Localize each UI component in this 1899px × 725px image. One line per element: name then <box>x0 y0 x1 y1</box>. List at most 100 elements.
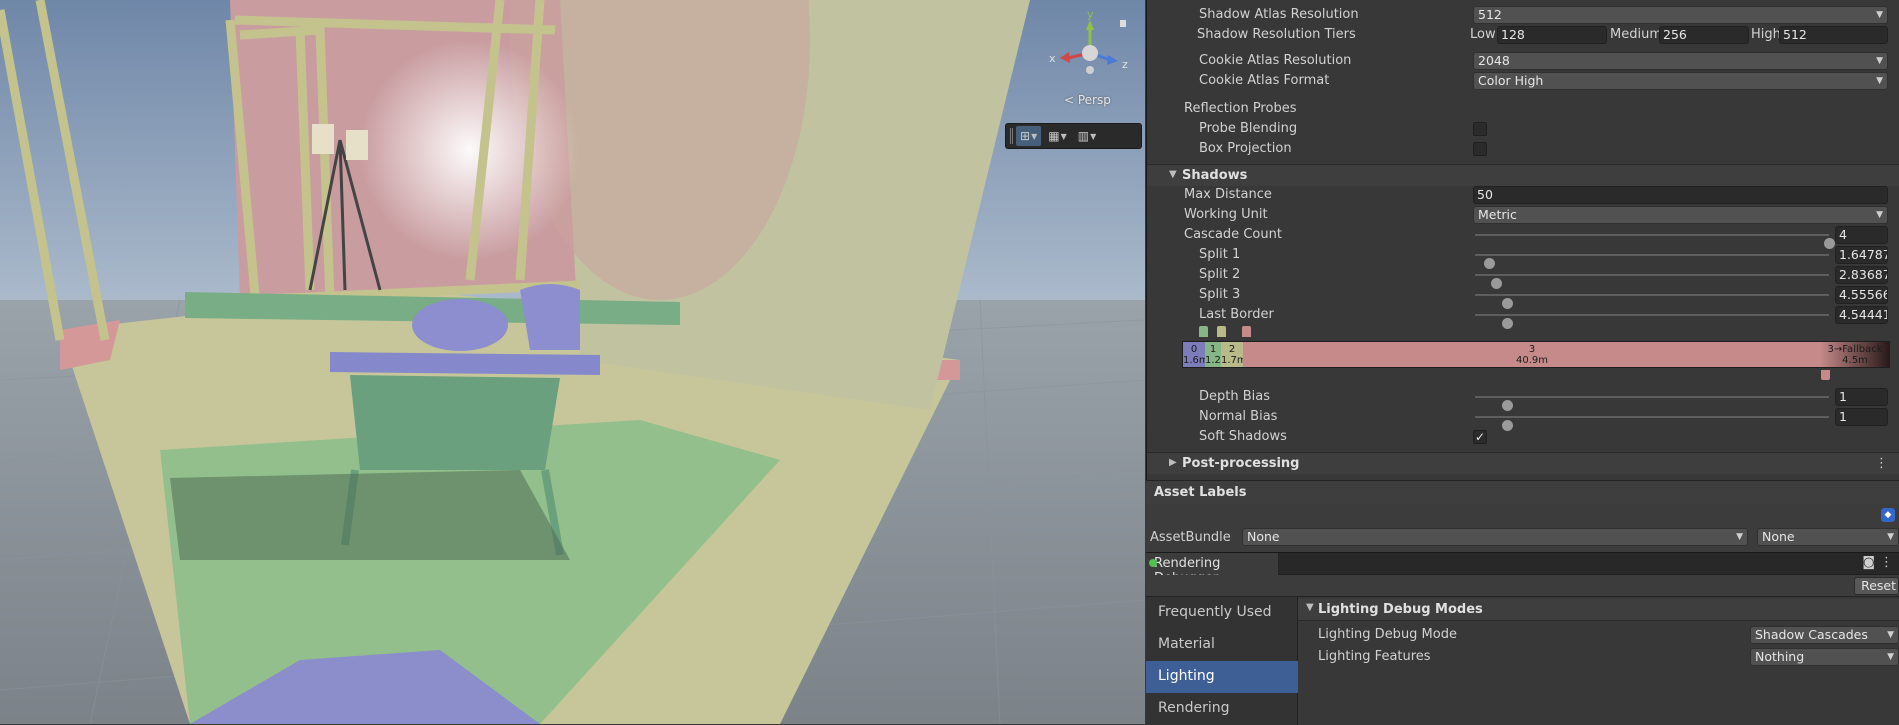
split3-field[interactable]: 4.55566 <box>1835 286 1888 304</box>
split3-row: Split 3 4.55566 <box>1147 285 1899 309</box>
asset-labels-title: Asset Labels <box>1154 485 1247 500</box>
nav-item-frequently-used[interactable]: Frequently Used <box>1146 597 1298 629</box>
working-unit-dropdown[interactable]: Metric ▼ <box>1473 206 1888 224</box>
asset-labels-body: ◆ AssetBundle None ▼ None ▼ <box>1146 504 1899 552</box>
cascade-count-row: Cascade Count 4 <box>1147 225 1899 249</box>
slider-thumb[interactable] <box>1501 318 1513 329</box>
max-distance-row: Max Distance 50 <box>1147 185 1899 205</box>
cascade-count-field[interactable]: 4 <box>1835 226 1888 244</box>
rendering-debugger-tab[interactable]: Rendering Debugger <box>1146 553 1279 586</box>
dropdown-value: 512 <box>1478 7 1502 22</box>
cascade-index: 3 <box>1528 344 1536 355</box>
normal-bias-field[interactable]: 1 <box>1835 408 1888 426</box>
box-projection-checkbox[interactable] <box>1473 142 1487 156</box>
lighting-debug-modes-foldout[interactable]: ▼ Lighting Debug Modes <box>1298 599 1899 621</box>
nav-item-rendering[interactable]: Rendering <box>1146 693 1298 725</box>
probe-blending-label: Probe Blending <box>1199 121 1298 136</box>
split1-field[interactable]: 1.64787 <box>1835 246 1888 264</box>
split2-slider[interactable] <box>1475 274 1829 289</box>
soft-shadows-checkbox[interactable]: ✓ <box>1473 430 1487 444</box>
grid-snap-icon: ⊞ <box>1020 129 1031 143</box>
cookie-atlas-resolution-dropdown[interactable]: 2048 ▼ <box>1473 52 1888 70</box>
asset-variant-dropdown[interactable]: None ▼ <box>1757 528 1899 546</box>
cascade-split1-handle[interactable] <box>1199 326 1208 337</box>
toolbar-grip[interactable] <box>1010 128 1013 144</box>
max-distance-field[interactable]: 50 <box>1473 186 1888 204</box>
split2-label: Split 2 <box>1199 267 1241 282</box>
dropdown-value: 2048 <box>1478 53 1510 68</box>
lighting-debug-mode-dropdown[interactable]: Shadow Cascades ▼ <box>1750 626 1899 644</box>
shadow-atlas-resolution-dropdown[interactable]: 512 ▼ <box>1473 6 1888 24</box>
scene-view[interactable]: y x z < Persp ⊞ ▼ ▦ ▼ ▥ ▼ <box>0 0 1145 724</box>
last-border-field[interactable]: 4.54441 <box>1835 306 1888 324</box>
split2-row: Split 2 2.83687 <box>1147 265 1899 289</box>
soft-shadows-label: Soft Shadows <box>1199 429 1287 444</box>
dropdown-value: Nothing <box>1755 649 1805 664</box>
cascade-count-label: Cascade Count <box>1184 227 1282 242</box>
chevron-down-icon: ▼ <box>1031 131 1038 141</box>
nav-item-lighting[interactable]: Lighting <box>1146 661 1298 693</box>
tier-high-label: High <box>1751 27 1781 42</box>
cookie-atlas-resolution-row: Cookie Atlas Resolution 2048 ▼ <box>1147 51 1899 71</box>
lighting-features-dropdown[interactable]: Nothing ▼ <box>1750 648 1899 666</box>
cascade-count-slider[interactable] <box>1475 234 1835 249</box>
split3-slider[interactable] <box>1475 294 1829 309</box>
split1-slider[interactable] <box>1475 254 1829 269</box>
tier-medium-field[interactable]: 256 <box>1659 26 1749 44</box>
reflection-probes-row: Reflection Probes <box>1147 99 1899 119</box>
box-projection-row: Box Projection <box>1147 139 1899 159</box>
last-border-handle[interactable] <box>1821 370 1830 380</box>
tier-medium-label: Medium <box>1610 27 1662 42</box>
asset-bundle-dropdown[interactable]: None ▼ <box>1242 528 1748 546</box>
post-processing-foldout[interactable]: ▶ Post-processing ⋮ <box>1147 452 1899 474</box>
scene-render <box>0 0 1145 724</box>
foldout-expanded-icon: ▼ <box>1169 169 1177 180</box>
grid-visibility-button[interactable]: ▦ ▼ <box>1044 126 1071 146</box>
debugger-toolbar: Reset <box>1146 575 1899 597</box>
lighting-features-label: Lighting Features <box>1318 649 1431 664</box>
cascade-split3-handle[interactable] <box>1242 326 1251 337</box>
grid-snap-button[interactable]: ⊞ ▼ <box>1016 126 1042 146</box>
split3-label: Split 3 <box>1199 287 1241 302</box>
depth-bias-slider[interactable] <box>1475 396 1829 411</box>
shadow-atlas-resolution-row: Shadow Atlas Resolution 512 ▼ <box>1147 5 1899 25</box>
nav-item-material[interactable]: Material <box>1146 629 1298 661</box>
more-options-icon[interactable]: ⋮ <box>1880 555 1893 570</box>
chevron-down-icon: ▼ <box>1090 131 1097 141</box>
depth-bias-field[interactable]: 1 <box>1835 388 1888 406</box>
normal-bias-row: Normal Bias 1 <box>1147 407 1899 431</box>
cookie-atlas-resolution-label: Cookie Atlas Resolution <box>1199 53 1352 68</box>
dropdown-value: None <box>1247 529 1280 544</box>
cascade-distance: 1.7m <box>1221 355 1243 366</box>
depth-bias-row: Depth Bias 1 <box>1147 387 1899 411</box>
scene-toolbar: ⊞ ▼ ▦ ▼ ▥ ▼ <box>1005 123 1142 149</box>
label-tag-icon[interactable]: ◆ <box>1881 508 1895 522</box>
dropdown-value: Metric <box>1478 207 1517 222</box>
cascade-distance: 1.6m <box>1183 355 1205 366</box>
tier-high-field[interactable]: 512 <box>1779 26 1888 44</box>
gizmo-x-label: x <box>1049 52 1056 65</box>
split2-field[interactable]: 2.83687 <box>1835 266 1888 284</box>
lighting-debug-mode-row: Lighting Debug Mode Shadow Cascades ▼ <box>1298 625 1899 645</box>
cascade-index: 0 <box>1190 344 1198 355</box>
shadows-foldout[interactable]: ▼ Shadows <box>1147 164 1899 186</box>
projection-toggle[interactable]: < Persp <box>1064 93 1111 107</box>
chevron-down-icon: ▼ <box>1876 76 1883 86</box>
tier-low-label: Low <box>1470 27 1496 42</box>
last-border-slider[interactable] <box>1475 314 1829 329</box>
chevron-down-icon: ▼ <box>1876 10 1883 20</box>
cascade-split2-handle[interactable] <box>1217 326 1226 337</box>
cookie-atlas-format-dropdown[interactable]: Color High ▼ <box>1473 72 1888 90</box>
box-projection-label: Box Projection <box>1199 141 1292 156</box>
normal-bias-slider[interactable] <box>1475 416 1829 431</box>
last-border-label: Last Border <box>1199 307 1274 322</box>
reset-button[interactable]: Reset <box>1854 577 1899 595</box>
increment-snap-button[interactable]: ▥ ▼ <box>1074 126 1101 146</box>
probe-blending-checkbox[interactable] <box>1473 122 1487 136</box>
tier-low-field[interactable]: 128 <box>1497 26 1607 44</box>
camera-icon[interactable]: ◙ <box>1862 555 1875 570</box>
more-options-icon[interactable]: ⋮ <box>1875 456 1888 471</box>
lighting-debug-mode-label: Lighting Debug Mode <box>1318 627 1457 642</box>
debugger-tab-bar: Rendering Debugger ◙ ⋮ <box>1146 553 1899 586</box>
cascade-distance: 4.5m <box>1842 355 1868 366</box>
